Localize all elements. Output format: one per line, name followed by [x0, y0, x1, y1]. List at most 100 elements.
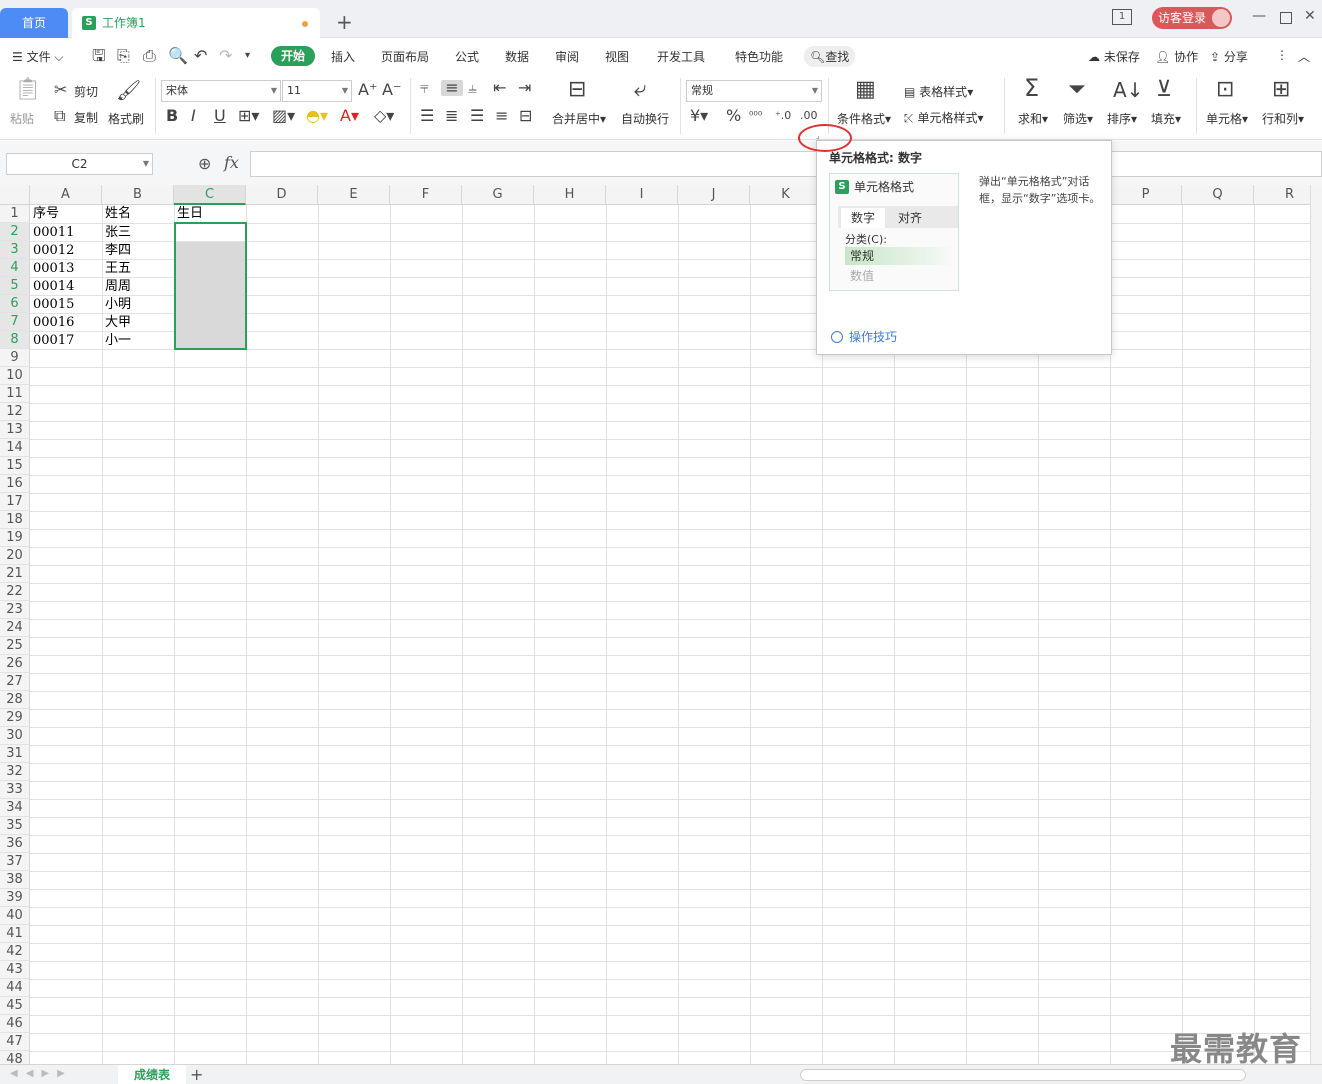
row-header-28[interactable]: 28	[0, 691, 30, 709]
tab-review[interactable]: 审阅	[555, 48, 579, 65]
merge-center-icon[interactable]: ⊟	[568, 79, 586, 101]
collaborate-button[interactable]: 👤︎ 协作	[1155, 48, 1198, 65]
row-header-43[interactable]: 43	[0, 961, 30, 979]
decrease-indent-icon[interactable]: ⇤	[493, 80, 506, 96]
cut-button[interactable]: 剪切	[74, 83, 98, 100]
tab-developer[interactable]: 开发工具	[657, 48, 705, 65]
column-header-d[interactable]: D	[246, 185, 318, 205]
scissors-icon[interactable]: ✂	[54, 82, 67, 98]
tab-workbook[interactable]: S 工作簿1	[72, 8, 320, 38]
row-header-29[interactable]: 29	[0, 709, 30, 727]
row-header-25[interactable]: 25	[0, 637, 30, 655]
visitor-login-button[interactable]: 访客登录	[1152, 7, 1232, 29]
tab-page-layout[interactable]: 页面布局	[381, 48, 429, 65]
cell-b3[interactable]: 李四	[102, 242, 131, 260]
tab-home[interactable]: 首页	[0, 8, 68, 38]
bold-icon[interactable]: B	[166, 108, 178, 124]
tab-data[interactable]: 数据	[505, 48, 529, 65]
conditional-format-button[interactable]: 条件格式▾	[837, 110, 891, 127]
cell-b2[interactable]: 张三	[102, 224, 131, 242]
customize-dropdown-icon[interactable]: ▾	[245, 48, 250, 64]
column-header-e[interactable]: E	[318, 185, 390, 205]
row-header-39[interactable]: 39	[0, 889, 30, 907]
fill-button[interactable]: 填充▾	[1151, 110, 1181, 127]
row-header-47[interactable]: 47	[0, 1033, 30, 1051]
paste-button[interactable]: 粘贴	[10, 110, 34, 127]
column-header-r[interactable]: R	[1254, 185, 1310, 205]
percent-icon[interactable]: %	[726, 108, 741, 124]
row-header-20[interactable]: 20	[0, 547, 30, 565]
row-header-44[interactable]: 44	[0, 979, 30, 997]
row-header-7[interactable]: 7	[0, 313, 30, 331]
horizontal-scrollbar[interactable]	[800, 1069, 1246, 1081]
tab-formulas[interactable]: 公式	[455, 48, 479, 65]
align-bottom-icon[interactable]: ⫨	[468, 80, 477, 96]
row-header-21[interactable]: 21	[0, 565, 30, 583]
search-button[interactable]: 🔍︎查找	[804, 46, 856, 67]
row-header-24[interactable]: 24	[0, 619, 30, 637]
cell-b7[interactable]: 大甲	[102, 314, 131, 332]
cell-shading-icon[interactable]: ▨▾	[272, 108, 295, 124]
column-header-p[interactable]: P	[1110, 185, 1182, 205]
new-tab-plus-icon[interactable]: +	[336, 10, 353, 34]
vertical-scrollbar[interactable]	[1310, 185, 1322, 1064]
cell-button[interactable]: 单元格▾	[1206, 110, 1248, 127]
row-header-13[interactable]: 13	[0, 421, 30, 439]
paste-icon[interactable]: 📋︎	[14, 79, 42, 101]
underline-icon[interactable]: U	[214, 108, 226, 124]
minimize-icon[interactable]: —	[1252, 8, 1266, 24]
table-style-button[interactable]: ▤ 表格样式▾	[904, 83, 973, 100]
column-header-b[interactable]: B	[102, 185, 174, 205]
row-header-30[interactable]: 30	[0, 727, 30, 745]
sum-icon[interactable]: Σ	[1024, 76, 1039, 100]
row-col-button[interactable]: 行和列▾	[1262, 110, 1304, 127]
italic-icon[interactable]: I	[191, 108, 196, 124]
row-header-48[interactable]: 48	[0, 1051, 30, 1064]
cell-a5[interactable]: 00014	[30, 278, 74, 296]
tab-view[interactable]: 视图	[605, 48, 629, 65]
row-header-11[interactable]: 11	[0, 385, 30, 403]
sort-icon[interactable]: A↓	[1113, 80, 1143, 100]
column-header-g[interactable]: G	[462, 185, 534, 205]
copy-icon[interactable]: ⧉	[54, 108, 65, 124]
formula-input[interactable]	[250, 151, 1322, 177]
row-header-8[interactable]: 8	[0, 331, 30, 349]
row-header-19[interactable]: 19	[0, 529, 30, 547]
row-header-3[interactable]: 3	[0, 241, 30, 259]
align-left-icon[interactable]: ☰	[420, 108, 434, 124]
row-header-16[interactable]: 16	[0, 475, 30, 493]
wrap-text-icon[interactable]: ⤶	[634, 79, 646, 101]
row-header-18[interactable]: 18	[0, 511, 30, 529]
row-header-34[interactable]: 34	[0, 799, 30, 817]
menu-file[interactable]: ☰ 文件 ⌵	[12, 48, 64, 65]
cell-a2[interactable]: 00011	[30, 224, 74, 242]
row-col-icon[interactable]: ⊞	[1272, 79, 1290, 101]
row-header-5[interactable]: 5	[0, 277, 30, 295]
row-header-22[interactable]: 22	[0, 583, 30, 601]
increase-decimal-icon[interactable]: ⁺.0	[775, 108, 791, 124]
cell-a6[interactable]: 00015	[30, 296, 74, 314]
print-icon[interactable]: ⎙	[143, 48, 156, 64]
close-icon[interactable]: ✕	[1304, 8, 1316, 24]
row-header-40[interactable]: 40	[0, 907, 30, 925]
unsaved-button[interactable]: ☁ 未保存	[1088, 48, 1140, 65]
maximize-icon[interactable]	[1280, 12, 1292, 24]
filter-icon[interactable]: ⏷	[1068, 79, 1086, 101]
row-header-14[interactable]: 14	[0, 439, 30, 457]
row-header-12[interactable]: 12	[0, 403, 30, 421]
row-header-38[interactable]: 38	[0, 871, 30, 889]
cell-a1[interactable]: 序号	[30, 205, 59, 223]
borders-icon[interactable]: ⊞▾	[238, 108, 259, 124]
align-right-icon[interactable]: ☰	[470, 108, 484, 124]
tab-start[interactable]: 开始	[271, 46, 315, 66]
conditional-format-icon[interactable]: ▦	[855, 79, 876, 101]
share-button[interactable]: ⇪ 分享	[1210, 48, 1248, 65]
cell-b8[interactable]: 小一	[102, 332, 131, 350]
row-header-33[interactable]: 33	[0, 781, 30, 799]
save-icon[interactable]: 🖫	[92, 48, 106, 64]
sheet-tab-scores[interactable]: 成绩表	[118, 1065, 186, 1084]
more-icon[interactable]: ⋮	[1276, 48, 1288, 62]
cell-b1[interactable]: 姓名	[102, 205, 131, 223]
cell-a4[interactable]: 00013	[30, 260, 74, 278]
row-header-46[interactable]: 46	[0, 1015, 30, 1033]
